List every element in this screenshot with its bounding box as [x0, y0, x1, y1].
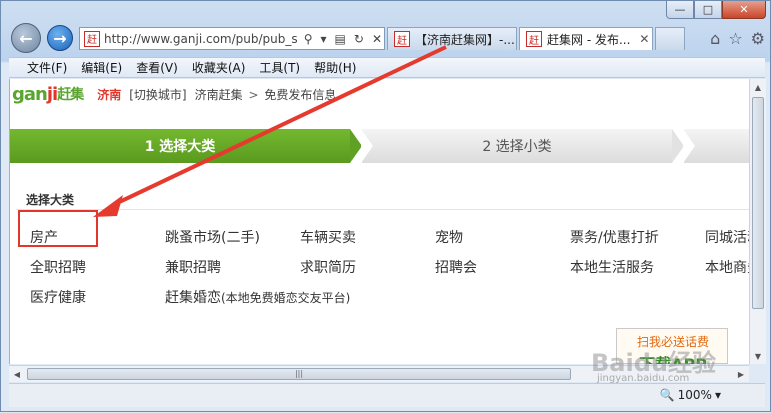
forward-arrow-icon[interactable]: →	[47, 25, 73, 51]
category-medical[interactable]: 医疗健康	[30, 287, 86, 307]
refresh-icon[interactable]: ↻	[352, 32, 366, 46]
browser-window: — □ ✕ ← → 赶 http://www.ganji.com/pub/pub…	[0, 0, 771, 412]
current-city: 济南	[97, 87, 122, 102]
status-bar: 🔍 100% ▾	[9, 383, 765, 407]
menu-favorites[interactable]: 收藏夹(A)	[192, 59, 246, 76]
dropdown-arrow-icon[interactable]: ▾	[319, 32, 329, 46]
scroll-up-arrow-icon[interactable]: ▲	[750, 79, 766, 95]
menu-view[interactable]: 查看(V)	[136, 59, 178, 76]
step-3	[683, 129, 749, 163]
logo-text-cn: 赶集	[57, 87, 84, 103]
vertical-scrollbar[interactable]: ▲ ▼	[749, 79, 766, 364]
category-resumes[interactable]: 求职简历	[300, 257, 356, 277]
stop-icon[interactable]: ✕	[370, 32, 384, 46]
search-icon[interactable]: ⚲	[302, 32, 315, 46]
step-2-select-subcategory: 2 选择小类	[361, 129, 684, 163]
tab-favicon-icon: 赶	[526, 31, 542, 47]
logo-text-gan: gan	[12, 83, 48, 105]
menu-file[interactable]: 文件(F)	[27, 59, 67, 76]
new-tab-button[interactable]	[655, 27, 685, 50]
browser-toolbar-icons: ⌂ ☆ ⚙	[710, 29, 765, 48]
gear-icon[interactable]: ⚙	[751, 29, 765, 48]
switch-city-link[interactable]: [切换城市]	[129, 86, 186, 103]
compatibility-icon[interactable]: ▤	[333, 32, 348, 46]
breadcrumb-home-link[interactable]: 济南赶集	[195, 88, 243, 102]
address-bar[interactable]: 赶 http://www.ganji.com/pub/pub_se ⚲ ▾ ▤ …	[79, 27, 385, 50]
maximize-button[interactable]: □	[694, 1, 722, 19]
home-icon[interactable]: ⌂	[710, 29, 720, 48]
breadcrumb-current: 免费发布信息	[264, 87, 337, 102]
address-url[interactable]: http://www.ganji.com/pub/pub_se	[104, 32, 298, 46]
tab-favicon-icon: 赶	[394, 31, 410, 47]
close-window-button[interactable]: ✕	[722, 1, 766, 19]
category-housing[interactable]: 房产	[30, 227, 58, 247]
menu-help[interactable]: 帮助(H)	[314, 59, 356, 76]
category-pets[interactable]: 宠物	[435, 227, 463, 247]
category-dating[interactable]: 赶集婚恋(本地免费婚恋交友平台)	[165, 287, 350, 307]
close-tab-icon[interactable]: ✕	[639, 32, 649, 46]
zoom-icon: 🔍	[659, 388, 675, 402]
scroll-down-arrow-icon[interactable]: ▼	[750, 348, 766, 364]
site-favicon-icon: 赶	[84, 30, 100, 47]
divider	[16, 209, 749, 210]
progress-steps: 1 选择大类 2 选择小类	[10, 129, 749, 163]
menu-tools[interactable]: 工具(T)	[259, 59, 300, 76]
tab-label: 【济南赶集网】-...	[415, 32, 515, 47]
chevron-down-icon: ▾	[714, 388, 721, 402]
zoom-control[interactable]: 🔍 100% ▾	[660, 388, 721, 402]
page-viewport: gan ji 赶集 济南 [切换城市] 济南赶集 > 免费发布信息 1 选择大类 2…	[9, 79, 749, 364]
menu-edit[interactable]: 编辑(E)	[81, 59, 122, 76]
logo-text-ji: ji	[46, 83, 58, 105]
minimize-button[interactable]: —	[666, 1, 694, 19]
category-dating-note: (本地免费婚恋交友平台)	[221, 291, 351, 305]
navigation-bar: ← → 赶 http://www.ganji.com/pub/pub_se ⚲ …	[9, 23, 769, 53]
category-local-services[interactable]: 本地生活服务	[570, 257, 654, 277]
category-local-business[interactable]: 本地商务	[705, 257, 749, 277]
category-local-events[interactable]: 同城活动	[705, 227, 749, 247]
category-vehicles[interactable]: 车辆买卖	[300, 227, 356, 247]
tab-ganji-publish[interactable]: 赶 赶集网 - 发布... ✕	[519, 27, 653, 50]
window-caption-buttons: — □ ✕	[666, 1, 766, 19]
category-dating-label: 赶集婚恋	[165, 290, 221, 306]
menu-bar: 文件(F) 编辑(E) 查看(V) 收藏夹(A) 工具(T) 帮助(H)	[9, 57, 765, 78]
tab-label: 赶集网 - 发布...	[547, 32, 631, 47]
site-header: gan ji 赶集 济南 [切换城市] 济南赶集 > 免费发布信息	[10, 79, 749, 109]
back-arrow-icon[interactable]: ←	[11, 23, 41, 53]
section-title: 选择大类	[26, 193, 75, 207]
category-tickets-deals[interactable]: 票务/优惠打折	[570, 227, 659, 247]
horizontal-scroll-thumb[interactable]: |||	[27, 368, 571, 380]
watermark-url: jingyan.baidu.com	[597, 373, 690, 384]
category-fulltime-jobs[interactable]: 全职招聘	[30, 257, 86, 277]
zoom-level: 100%	[677, 388, 712, 402]
category-parttime-jobs[interactable]: 兼职招聘	[165, 257, 221, 277]
breadcrumb: 济南赶集 > 免费发布信息	[195, 86, 337, 103]
ganji-logo[interactable]: gan ji 赶集	[12, 83, 84, 105]
category-flea-market[interactable]: 跳蚤市场(二手)	[165, 227, 260, 247]
scroll-left-arrow-icon[interactable]: ◀	[9, 366, 25, 382]
tab-jinan-ganji[interactable]: 赶 【济南赶集网】-...	[387, 27, 517, 50]
step-1-select-category: 1 选择大类	[10, 129, 362, 163]
vertical-scroll-thumb[interactable]	[752, 97, 764, 309]
scroll-right-arrow-icon[interactable]: ▶	[733, 366, 749, 382]
category-job-fairs[interactable]: 招聘会	[435, 257, 477, 277]
star-icon[interactable]: ☆	[728, 29, 742, 48]
breadcrumb-separator: >	[248, 87, 259, 102]
